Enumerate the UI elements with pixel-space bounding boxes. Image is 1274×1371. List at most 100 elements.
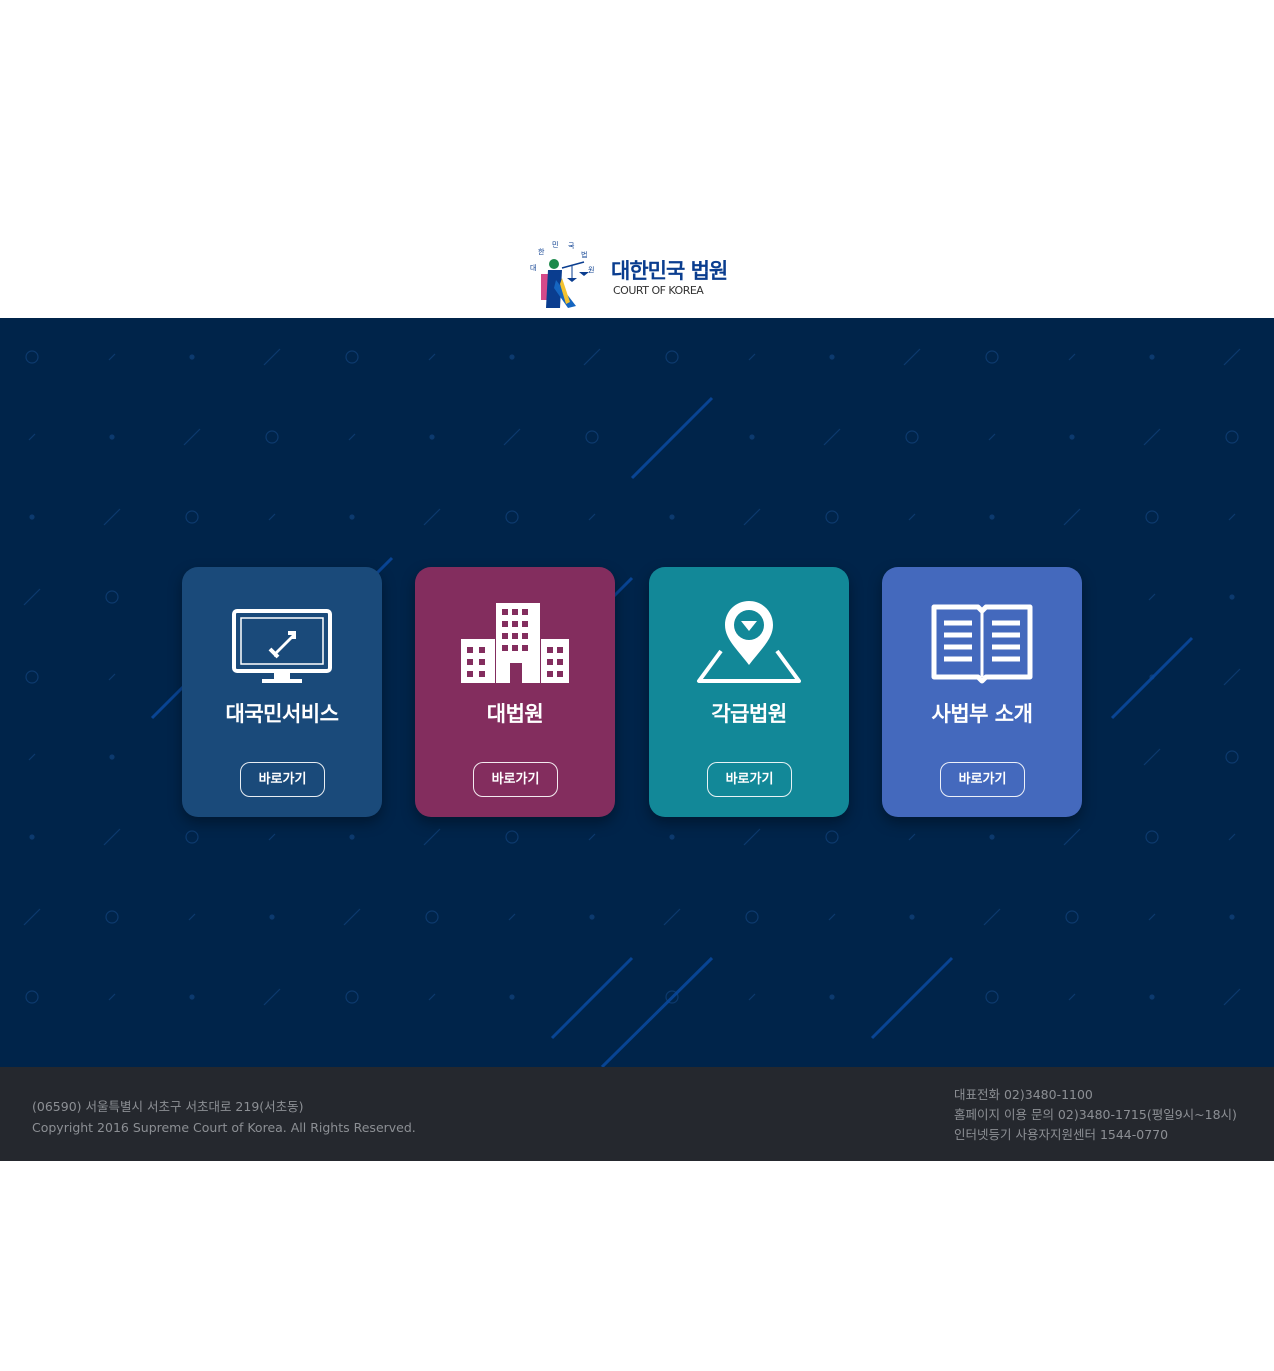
pattern-mark	[585, 430, 599, 444]
pattern-mark	[749, 434, 755, 440]
pattern-mark	[1143, 428, 1161, 446]
pattern-mark	[348, 433, 356, 441]
footer-copyright: Copyright 2016 Supreme Court of Korea. A…	[32, 1120, 416, 1135]
pattern-mark	[25, 350, 39, 364]
svg-text:대: 대	[530, 264, 536, 272]
pattern-mark	[1069, 434, 1075, 440]
pattern-mark	[423, 508, 441, 526]
pattern-mark	[29, 514, 35, 520]
card-all-courts[interactable]: 각급법원 바로가기	[649, 567, 849, 817]
pattern-mark	[268, 833, 276, 841]
pattern-mark	[349, 834, 355, 840]
pattern-mark	[189, 354, 195, 360]
pattern-mark	[1225, 750, 1239, 764]
pattern-mark	[903, 348, 921, 366]
pattern-mark	[1229, 914, 1235, 920]
pattern-mark	[1065, 910, 1079, 924]
pattern-mark	[745, 910, 759, 924]
pattern-mark	[989, 514, 995, 520]
pattern-mark	[588, 833, 596, 841]
pattern-mark	[183, 428, 201, 446]
card-judiciary-intro[interactable]: 사법부 소개 바로가기	[882, 567, 1082, 817]
pattern-mark	[1063, 828, 1081, 846]
pattern-mark	[268, 513, 276, 521]
pattern-mark	[825, 510, 839, 524]
pattern-mark	[23, 908, 41, 926]
card-title: 대법원	[486, 702, 544, 726]
svg-text:원: 원	[588, 265, 594, 274]
map-pin-icon	[697, 601, 801, 683]
pattern-mark	[985, 990, 999, 1004]
go-judiciary-intro-button[interactable]: 바로가기	[940, 762, 1025, 797]
svg-text:민: 민	[552, 240, 558, 249]
pattern-mark	[108, 993, 116, 1001]
pattern-mark	[743, 508, 761, 526]
footer-contact-block: 대표전화 02)3480-1100 홈페이지 이용 문의 02)3480-171…	[954, 1085, 1237, 1145]
pattern-mark	[748, 993, 756, 1001]
pattern-mark	[1223, 988, 1241, 1006]
court-emblem-icon: 대 한 민 국 법 원	[530, 240, 594, 308]
pattern-mark	[1229, 594, 1235, 600]
pattern-mark	[109, 754, 115, 760]
header: 대 한 민 국 법 원 대한민국 법원 COURT OF KOREA	[0, 0, 1274, 318]
go-all-courts-button[interactable]: 바로가기	[707, 762, 792, 797]
pattern-mark	[1149, 354, 1155, 360]
pattern-mark	[25, 990, 39, 1004]
court-logo[interactable]: 대 한 민 국 법 원 대한민국 법원 COURT OF KOREA	[526, 240, 746, 310]
pattern-mark	[828, 913, 836, 921]
pattern-mark	[989, 834, 995, 840]
pattern-mark	[669, 834, 675, 840]
pattern-mark	[428, 993, 436, 1001]
logo-subtitle: COURT OF KOREA	[613, 284, 704, 297]
card-supreme-court[interactable]: 대법원 바로가기	[415, 567, 615, 817]
pattern-mark	[423, 828, 441, 846]
pattern-mark	[985, 350, 999, 364]
card-citizen-services[interactable]: 대국민서비스 바로가기	[182, 567, 382, 817]
pattern-mark	[1228, 513, 1236, 521]
pattern-mark	[429, 434, 435, 440]
pattern-mark	[185, 830, 199, 844]
footer: (06590) 서울특별시 서초구 서초대로 219(서초동) Copyrigh…	[0, 1067, 1274, 1161]
pattern-mark	[28, 433, 36, 441]
pattern-mark	[109, 434, 115, 440]
pattern-mark	[269, 914, 275, 920]
go-citizen-services-button[interactable]: 바로가기	[240, 762, 325, 797]
pattern-mark	[1223, 348, 1241, 366]
pattern-mark	[103, 828, 121, 846]
pattern-mark	[428, 353, 436, 361]
open-book-icon	[931, 604, 1033, 684]
pattern-mark	[829, 354, 835, 360]
pattern-mark	[103, 508, 121, 526]
pattern-mark	[25, 670, 39, 684]
pattern-mark	[108, 673, 116, 681]
pattern-mark	[505, 830, 519, 844]
pattern-mark	[905, 430, 919, 444]
card-title: 사법부 소개	[931, 702, 1033, 726]
pattern-mark	[343, 908, 361, 926]
pattern-mark	[743, 828, 761, 846]
pattern-mark	[188, 913, 196, 921]
main-banner: 대국민서비스 바로가기 대법원 바로가기 각급법원 바로가기 사법부 소개 바로…	[0, 318, 1274, 1067]
pattern-mark	[589, 914, 595, 920]
pattern-mark	[105, 910, 119, 924]
pattern-mark	[909, 914, 915, 920]
building-icon	[461, 603, 569, 683]
pattern-mark	[748, 353, 756, 361]
pattern-mark	[189, 994, 195, 1000]
pattern-mark	[105, 590, 119, 604]
svg-text:국: 국	[568, 242, 575, 250]
go-supreme-court-button[interactable]: 바로가기	[473, 762, 558, 797]
pattern-mark	[663, 908, 681, 926]
logo-title: 대한민국 법원	[611, 259, 728, 283]
pattern-mark	[29, 834, 35, 840]
pattern-mark	[345, 350, 359, 364]
pattern-mark	[1149, 994, 1155, 1000]
monitor-cursor-icon	[232, 609, 332, 683]
pattern-mark	[505, 510, 519, 524]
pattern-mark	[825, 830, 839, 844]
pattern-mark	[1228, 833, 1236, 841]
card-title: 각급법원	[711, 702, 787, 726]
footer-address: (06590) 서울특별시 서초구 서초대로 219(서초동)	[32, 1099, 304, 1114]
pattern-mark	[988, 433, 996, 441]
footer-address-block: (06590) 서울특별시 서초구 서초대로 219(서초동) Copyrigh…	[32, 1096, 416, 1138]
